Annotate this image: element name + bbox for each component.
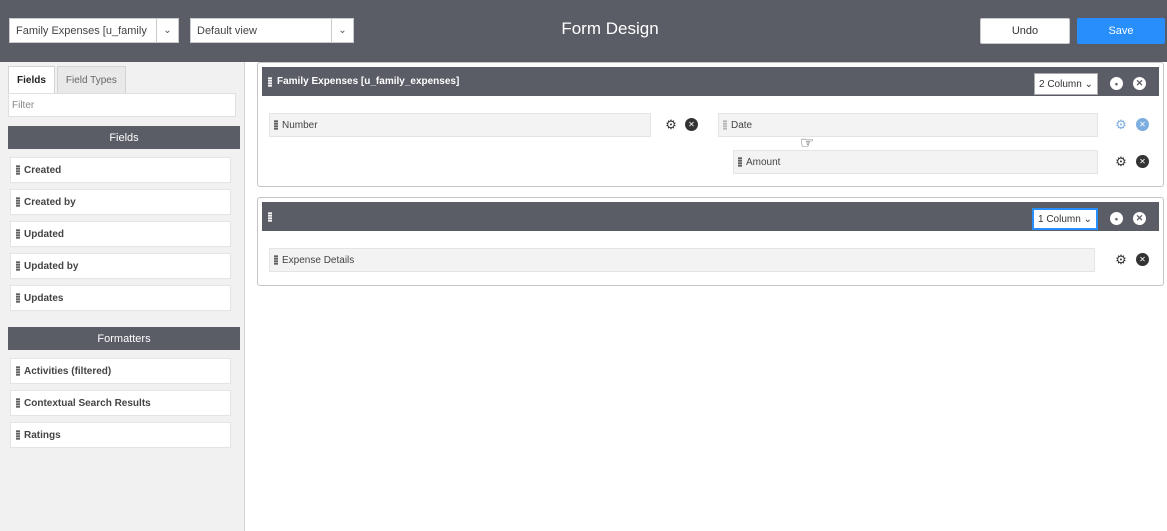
gear-icon[interactable]: ⚙ [1114, 118, 1128, 132]
remove-field-icon[interactable]: ✕ [685, 118, 698, 131]
form-field-number[interactable]: Number [269, 113, 651, 137]
add-icon[interactable]: • [1110, 77, 1123, 90]
gear-icon[interactable]: ⚙ [1114, 155, 1128, 169]
chevron-down-icon[interactable]: ⌄ [156, 19, 178, 42]
sidebar-item-updates[interactable]: Updates [10, 285, 231, 311]
add-icon[interactable]: • [1110, 212, 1123, 225]
sidebar-item-created[interactable]: Created [10, 157, 231, 183]
section-header[interactable]: 1 Column ⌄ • ✕ [262, 202, 1159, 231]
sidebar-tabs: Fields Field Types [8, 66, 128, 93]
save-button[interactable]: Save [1077, 18, 1165, 44]
sidebar-item-label: Activities (filtered) [24, 365, 112, 377]
field-label: Date [731, 119, 753, 131]
column-layout-value: 1 Column [1038, 213, 1081, 225]
table-select[interactable]: Family Expenses [u_family ⌄ [9, 18, 179, 43]
sidebar-item-label: Updated [24, 228, 64, 240]
drag-handle-icon[interactable] [723, 120, 727, 130]
sidebar-item-label: Created by [24, 196, 76, 208]
remove-field-icon[interactable]: ✕ [1136, 253, 1149, 266]
drag-handle-icon[interactable] [268, 76, 272, 87]
sidebar-item-label: Contextual Search Results [24, 397, 151, 409]
section-header[interactable]: Family Expenses [u_family_expenses] 2 Co… [262, 67, 1159, 96]
drag-handle-icon[interactable] [268, 211, 272, 222]
drag-handle-icon[interactable] [738, 157, 742, 167]
page-title: Form Design [561, 19, 659, 38]
column-layout-select[interactable]: 1 Column ⌄ [1032, 208, 1098, 230]
undo-button[interactable]: Undo [980, 18, 1070, 44]
column-layout-select[interactable]: 2 Column ⌄ [1034, 73, 1098, 95]
column-layout-value: 2 Column [1039, 78, 1082, 90]
chevron-down-icon[interactable]: ⌄ [331, 19, 353, 42]
section-title: Family Expenses [u_family_expenses] [277, 76, 460, 87]
form-section: 1 Column ⌄ • ✕ Expense Details ⚙ ✕ [257, 197, 1164, 286]
drag-handle-icon[interactable] [274, 255, 278, 265]
tab-field-types[interactable]: Field Types [56, 66, 126, 93]
drag-handle-icon [16, 366, 20, 376]
drag-handle-icon [16, 261, 20, 271]
drag-handle-icon[interactable] [274, 120, 278, 130]
filter-input[interactable]: Filter [8, 93, 236, 117]
form-field-date[interactable]: Date [718, 113, 1098, 137]
sidebar-item-updated-by[interactable]: Updated by [10, 253, 231, 279]
form-field-amount[interactable]: Amount [733, 150, 1098, 174]
sidebar-item-created-by[interactable]: Created by [10, 189, 231, 215]
sidebar-item-activities[interactable]: Activities (filtered) [10, 358, 231, 384]
tab-fields[interactable]: Fields [8, 66, 55, 93]
fields-heading: Fields [8, 126, 240, 149]
sidebar-item-label: Updates [24, 292, 64, 304]
field-label: Expense Details [282, 254, 355, 266]
view-select-value: Default view [197, 24, 257, 37]
gear-icon[interactable]: ⚙ [1114, 253, 1128, 267]
drag-handle-icon [16, 398, 20, 408]
drag-handle-icon [16, 197, 20, 207]
table-select-value: Family Expenses [u_family [16, 24, 147, 37]
drag-handle-icon [16, 165, 20, 175]
drag-handle-icon [16, 229, 20, 239]
view-select[interactable]: Default view ⌄ [190, 18, 354, 43]
sidebar-item-ratings[interactable]: Ratings [10, 422, 231, 448]
top-toolbar: Family Expenses [u_family ⌄ Default view… [0, 0, 1167, 62]
remove-field-icon[interactable]: ✕ [1136, 155, 1149, 168]
form-field-expense-details[interactable]: Expense Details [269, 248, 1095, 272]
sidebar-item-contextual-search[interactable]: Contextual Search Results [10, 390, 231, 416]
close-icon[interactable]: ✕ [1133, 77, 1146, 90]
gear-icon[interactable]: ⚙ [664, 118, 678, 132]
sidebar-item-label: Ratings [24, 429, 61, 441]
field-label: Amount [746, 156, 781, 168]
drag-handle-icon [16, 293, 20, 303]
drag-handle-icon [16, 430, 20, 440]
hand-cursor-icon: ☞ [800, 135, 815, 152]
remove-field-icon[interactable]: ✕ [1136, 118, 1149, 131]
form-section: Family Expenses [u_family_expenses] 2 Co… [257, 62, 1164, 187]
field-label: Number [282, 119, 318, 131]
sidebar-item-updated[interactable]: Updated [10, 221, 231, 247]
close-icon[interactable]: ✕ [1133, 212, 1146, 225]
sidebar-item-label: Updated by [24, 260, 79, 272]
sidebar-item-label: Created [24, 164, 62, 176]
sidebar: Fields Field Types Filter Fields Created… [0, 62, 245, 531]
formatters-heading: Formatters [8, 327, 240, 350]
